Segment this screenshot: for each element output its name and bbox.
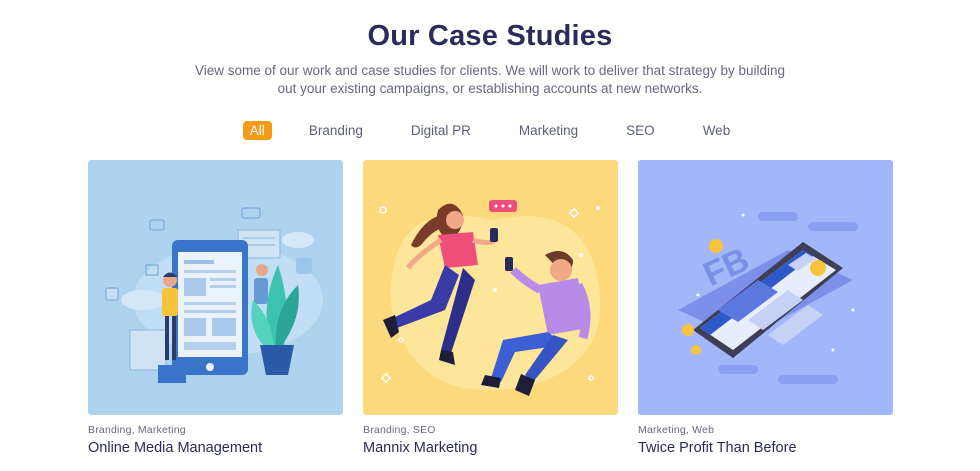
case-study-card-twice-profit[interactable]: FB Marketing, Web Twice Profit Than Befo… <box>638 160 893 456</box>
case-study-title[interactable]: Online Media Management <box>88 440 343 456</box>
case-study-title[interactable]: Twice Profit Than Before <box>638 440 893 456</box>
filter-all[interactable]: All <box>242 121 272 140</box>
case-study-categories: Marketing, Web <box>638 424 715 436</box>
case-study-image[interactable]: FB <box>638 160 893 415</box>
case-study-title[interactable]: Mannix Marketing <box>363 440 618 456</box>
case-study-categories: Branding, SEO <box>363 424 436 436</box>
filter-seo[interactable]: SEO <box>619 121 662 140</box>
page-subtitle: View some of our work and case studies f… <box>194 63 786 96</box>
filter-bar: All Branding Digital PR Marketing SEO We… <box>0 121 980 140</box>
filter-marketing[interactable]: Marketing <box>512 121 585 140</box>
filter-web[interactable]: Web <box>696 121 738 140</box>
filter-branding[interactable]: Branding <box>302 121 370 140</box>
case-study-card-mannix[interactable]: Branding, SEO Mannix Marketing <box>363 160 618 456</box>
twice-profit-illustration: FB <box>638 160 893 415</box>
page-title: Our Case Studies <box>367 20 613 52</box>
case-study-image[interactable] <box>88 160 343 415</box>
case-study-card-online-media[interactable]: Branding, Marketing Online Media Managem… <box>88 160 343 456</box>
case-study-categories: Branding, Marketing <box>88 424 186 436</box>
mannix-illustration <box>363 160 618 415</box>
online-media-illustration <box>88 160 343 415</box>
filter-digital-pr[interactable]: Digital PR <box>404 121 478 140</box>
case-study-image[interactable] <box>363 160 618 415</box>
